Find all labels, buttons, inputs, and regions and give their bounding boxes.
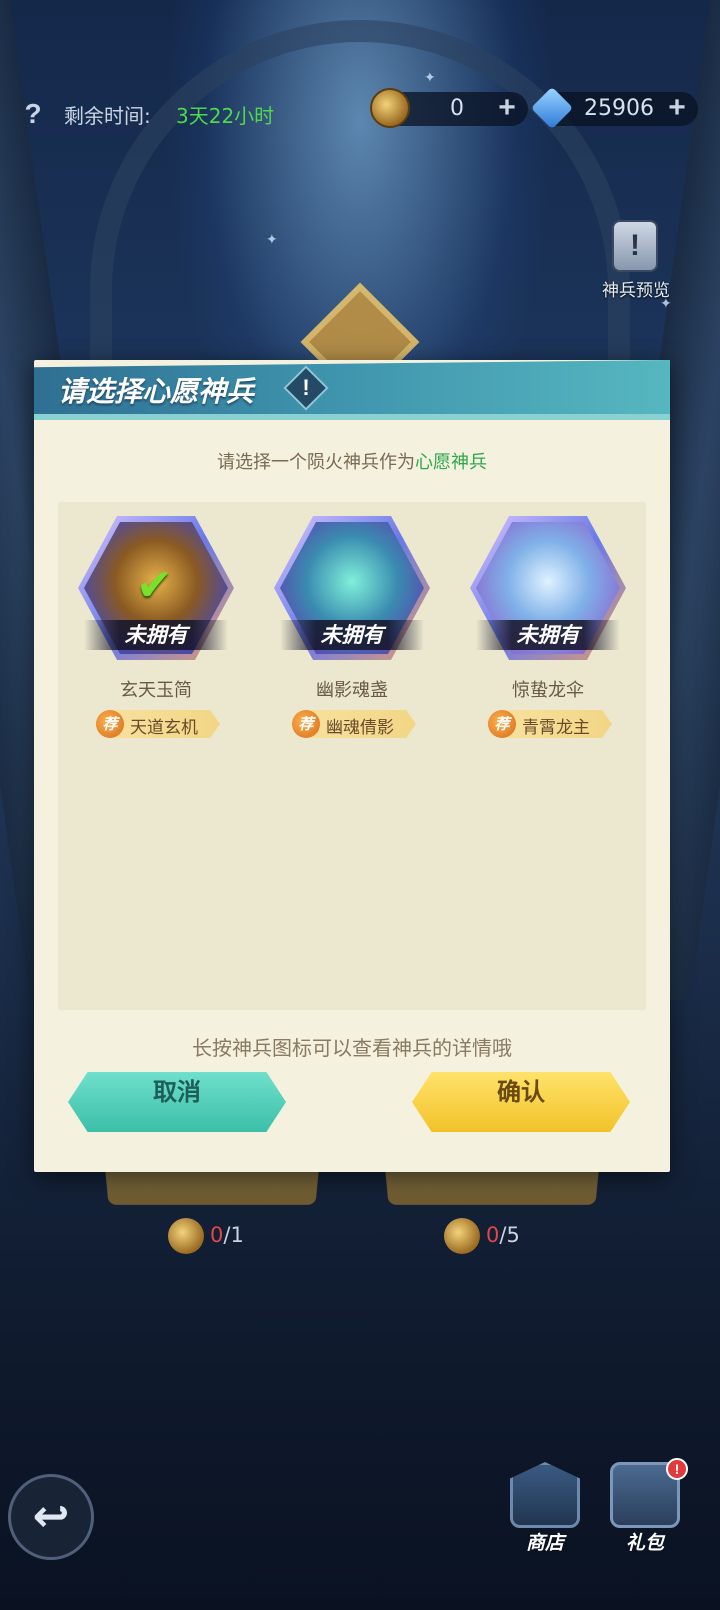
- draw-count-1: 0/1: [168, 1218, 244, 1258]
- add-diamonds-button[interactable]: +: [662, 92, 692, 126]
- info-glyph: !: [302, 375, 310, 400]
- recommend-tag: 荐 幽魂倩影: [292, 710, 416, 738]
- recommend-badge: 荐: [292, 710, 320, 738]
- subtitle-highlight: 心愿神兵: [415, 452, 487, 473]
- not-owned-label: 未拥有: [476, 620, 620, 650]
- weapon-name: 惊蛰龙伞: [512, 680, 584, 701]
- not-owned-label: 未拥有: [280, 620, 424, 650]
- count-current: 0: [486, 1223, 500, 1247]
- recommend-badge: 荐: [488, 710, 516, 738]
- recommend-text: 青霄龙主: [522, 718, 590, 738]
- resource-pill-diamonds: 25906 +: [530, 86, 698, 130]
- gift-label: 礼包: [625, 1532, 664, 1554]
- help-icon[interactable]: ?: [20, 98, 46, 129]
- shop-button[interactable]: 商店: [500, 1462, 590, 1562]
- recommend-tag: 荐 青霄龙主: [488, 710, 612, 738]
- subtitle-prefix: 请选择一个陨火神兵作为: [217, 452, 415, 473]
- cancel-button[interactable]: 取消: [68, 1072, 286, 1132]
- weapon-item[interactable]: ✔ 未拥有 玄天玉简 荐 天道玄机: [68, 516, 244, 746]
- shop-label: 商店: [525, 1532, 564, 1554]
- not-owned-label: 未拥有: [84, 620, 228, 650]
- resource-pill-tokens: 0 +: [370, 88, 528, 128]
- weapon-name: 幽影魂盏: [316, 680, 388, 701]
- draw-count-2: 0/5: [444, 1218, 520, 1258]
- star-icon: ✦: [424, 70, 436, 86]
- notification-badge: !: [666, 1458, 688, 1480]
- remaining-time-label: 剩余时间:: [64, 104, 151, 128]
- confirm-button[interactable]: 确认: [412, 1072, 630, 1132]
- recommend-text: 幽魂倩影: [326, 718, 394, 738]
- shop-icon: [510, 1462, 580, 1528]
- weapon-name: 玄天玉简: [120, 680, 192, 701]
- long-press-hint: 长按神兵图标可以查看神兵的详情哦: [192, 1036, 512, 1060]
- recommend-tag: 荐 天道玄机: [96, 710, 220, 738]
- preview-card-icon: !: [612, 220, 658, 272]
- dialog-title: 请选择心愿神兵: [58, 375, 255, 408]
- gift-pack-button[interactable]: ! 礼包: [600, 1458, 690, 1562]
- weapon-item[interactable]: 未拥有 惊蛰龙伞 荐 青霄龙主: [460, 516, 636, 746]
- back-button[interactable]: ↩: [8, 1474, 94, 1560]
- token-count: 0: [450, 96, 464, 121]
- diamond-count: 25906: [584, 96, 654, 121]
- wish-weapon-dialog: 请选择心愿神兵 ! 请选择一个陨火神兵作为心愿神兵 ✔ 未拥有 玄天玉简 荐 天…: [34, 360, 670, 1172]
- token-icon: [444, 1218, 480, 1254]
- count-total: /1: [223, 1223, 244, 1247]
- token-icon: [370, 88, 410, 128]
- dialog-subtitle: 请选择一个陨火神兵作为心愿神兵: [34, 448, 670, 474]
- recommend-text: 天道玄机: [130, 718, 198, 738]
- token-icon: [168, 1218, 204, 1254]
- weapon-preview-button[interactable]: ! 神兵预览: [596, 220, 676, 301]
- recommend-badge: 荐: [96, 710, 124, 738]
- count-current: 0: [210, 1223, 224, 1247]
- weapon-list-panel: ✔ 未拥有 玄天玉简 荐 天道玄机 未拥有 幽影魂盏 荐 幽魂倩影 未拥有 惊蛰…: [58, 502, 646, 1010]
- add-tokens-button[interactable]: +: [492, 92, 522, 126]
- star-icon: ✦: [266, 232, 278, 248]
- weapon-item[interactable]: 未拥有 幽影魂盏 荐 幽魂倩影: [264, 516, 440, 746]
- count-total: /5: [499, 1223, 520, 1247]
- preview-label: 神兵预览: [602, 281, 670, 301]
- selected-check-icon: ✔: [136, 560, 173, 611]
- remaining-time-value: 3天22小时: [176, 104, 275, 128]
